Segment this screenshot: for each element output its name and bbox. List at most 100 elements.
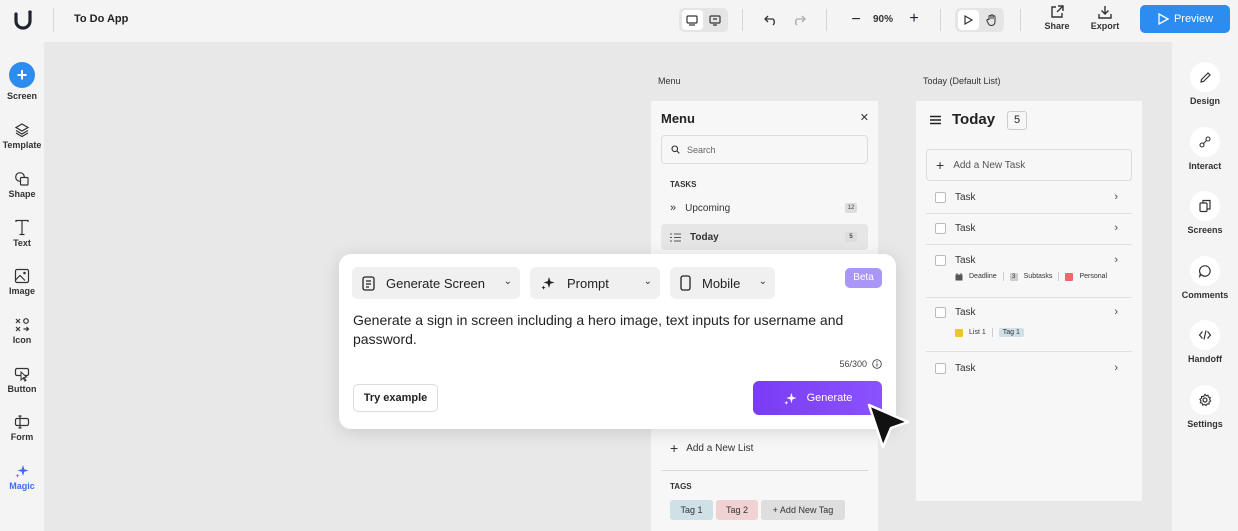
project-title[interactable]: To Do App [74, 13, 128, 25]
sidebar-item-text[interactable]: Text [0, 219, 44, 248]
add-tag-button[interactable]: + Add New Tag [761, 500, 845, 520]
checkbox[interactable] [935, 254, 946, 266]
export-button[interactable]: Export [1085, 4, 1125, 31]
panel-label: Settings [1187, 419, 1223, 429]
task-row[interactable]: Task › [926, 360, 1132, 376]
screen-label-today[interactable]: Today (Default List) [923, 76, 1001, 86]
sidebar-item-magic[interactable]: Magic [0, 463, 44, 491]
zoom-out-icon[interactable]: − [846, 10, 866, 30]
tag-chip: Tag 1 [998, 328, 1024, 337]
add-task-input[interactable]: + Add a New Task [926, 149, 1132, 181]
task-label: Task [955, 222, 976, 234]
menu-item-upcoming[interactable]: » Upcoming 12 [661, 195, 868, 221]
divider [926, 297, 1132, 298]
task-row[interactable]: Task › [926, 220, 1132, 245]
task-row[interactable]: Task › List 1 Tag 1 [926, 304, 1132, 352]
hand-pan-icon[interactable] [981, 10, 1001, 30]
deadline-label: Deadline [969, 273, 997, 280]
image-icon [14, 268, 30, 284]
divider [1020, 9, 1021, 31]
sidebar-item-template[interactable]: Template [0, 122, 44, 150]
sidebar-item-image[interactable]: Image [0, 268, 44, 296]
tag-chip[interactable]: Tag 2 [716, 500, 758, 520]
sidebar-item-button[interactable]: Button [0, 366, 44, 394]
panel-settings[interactable]: Settings [1172, 385, 1238, 429]
menu-item-today[interactable]: Today 5 [661, 224, 868, 250]
today-title: Today [952, 111, 996, 128]
checkbox[interactable] [935, 362, 946, 374]
checkbox[interactable] [935, 222, 946, 234]
try-example-button[interactable]: Try example [353, 384, 438, 412]
panel-label: Screens [1187, 225, 1223, 235]
desktop-view-icon[interactable] [682, 10, 702, 30]
select-play-icon[interactable] [958, 10, 978, 30]
device-dropdown[interactable]: Mobile ⌄ [670, 267, 775, 299]
hamburger-menu-icon[interactable] [930, 115, 941, 125]
panel-design[interactable]: Design [1172, 62, 1238, 106]
section-heading-tags: TAGS [670, 482, 692, 491]
generate-button[interactable]: Generate [753, 381, 882, 415]
interact-icon [1190, 127, 1220, 157]
view-toggle [679, 8, 728, 32]
right-sidebar: Design Interact Screens Comments Handoff… [1172, 42, 1238, 531]
sparkle-icon [540, 275, 556, 291]
panel-comments[interactable]: Comments [1172, 256, 1238, 300]
calendar-icon [955, 272, 963, 280]
flow-view-icon[interactable] [705, 10, 725, 30]
sidebar-item-label: Template [2, 140, 42, 150]
dropdown-value: Mobile [702, 275, 741, 291]
search-input[interactable]: Search [661, 135, 868, 164]
add-task-placeholder: Add a New Task [953, 159, 1026, 171]
task-row[interactable]: Task › [926, 189, 1132, 214]
sidebar-item-screen[interactable]: + Screen [0, 62, 44, 101]
preview-button[interactable]: Preview [1140, 5, 1230, 33]
checkbox[interactable] [935, 306, 946, 318]
panel-label: Design [1189, 96, 1220, 106]
zoom-level[interactable]: 90% [873, 14, 893, 25]
close-icon[interactable]: ✕ [860, 111, 869, 124]
panel-label: Interact [1188, 161, 1222, 171]
char-count: 56/300 [839, 359, 867, 369]
count-badge: 5 [845, 232, 857, 242]
sidebar-item-form[interactable]: Form [0, 414, 44, 442]
form-icon [14, 415, 30, 429]
redo-icon[interactable] [789, 10, 809, 30]
mode-dropdown[interactable]: Generate Screen ⌄ [352, 267, 520, 299]
screens-icon [1190, 191, 1220, 221]
task-row[interactable]: Task › Deadline 3 Subtasks Personal [926, 252, 1132, 298]
export-label: Export [1090, 21, 1120, 31]
tag-chip[interactable]: Tag 1 [670, 500, 713, 520]
panel-label: Handoff [1188, 354, 1222, 364]
panel-interact[interactable]: Interact [1172, 127, 1238, 171]
zoom-in-icon[interactable]: + [904, 9, 924, 29]
prompt-textarea[interactable]: Generate a sign in screen including a he… [353, 311, 881, 349]
sidebar-item-icon[interactable]: Icon [0, 317, 44, 345]
subtasks-label: Subtasks [1023, 273, 1053, 280]
comment-icon [1190, 256, 1220, 286]
divider [940, 9, 941, 31]
panel-screens[interactable]: Screens [1172, 191, 1238, 235]
layers-icon [14, 123, 30, 138]
share-icon [1051, 5, 1064, 18]
checkbox[interactable] [935, 191, 946, 203]
share-button[interactable]: Share [1037, 4, 1077, 31]
undo-icon[interactable] [761, 10, 781, 30]
task-meta: List 1 Tag 1 [926, 328, 1132, 337]
chevron-right-icon: › [1114, 254, 1118, 266]
sidebar-item-shape[interactable]: Shape [0, 171, 44, 199]
sidebar-item-label: Icon [12, 335, 32, 345]
add-list-button[interactable]: + Add a New List [670, 441, 753, 455]
mode-toggle [955, 8, 1004, 32]
today-screen-frame[interactable]: Today 5 + Add a New Task Task › Task › T… [916, 101, 1142, 501]
chevron-down-icon: ⌄ [503, 276, 512, 287]
app-logo-icon[interactable] [12, 9, 34, 31]
input-type-dropdown[interactable]: Prompt ⌄ [530, 267, 660, 299]
mobile-icon [680, 275, 691, 291]
list-label: List 1 [969, 329, 986, 336]
screen-label-menu[interactable]: Menu [658, 76, 681, 86]
panel-handoff[interactable]: Handoff [1172, 320, 1238, 364]
plus-icon: + [9, 62, 35, 88]
info-icon[interactable] [872, 359, 882, 369]
export-icon [1098, 6, 1112, 19]
text-icon [15, 219, 29, 236]
